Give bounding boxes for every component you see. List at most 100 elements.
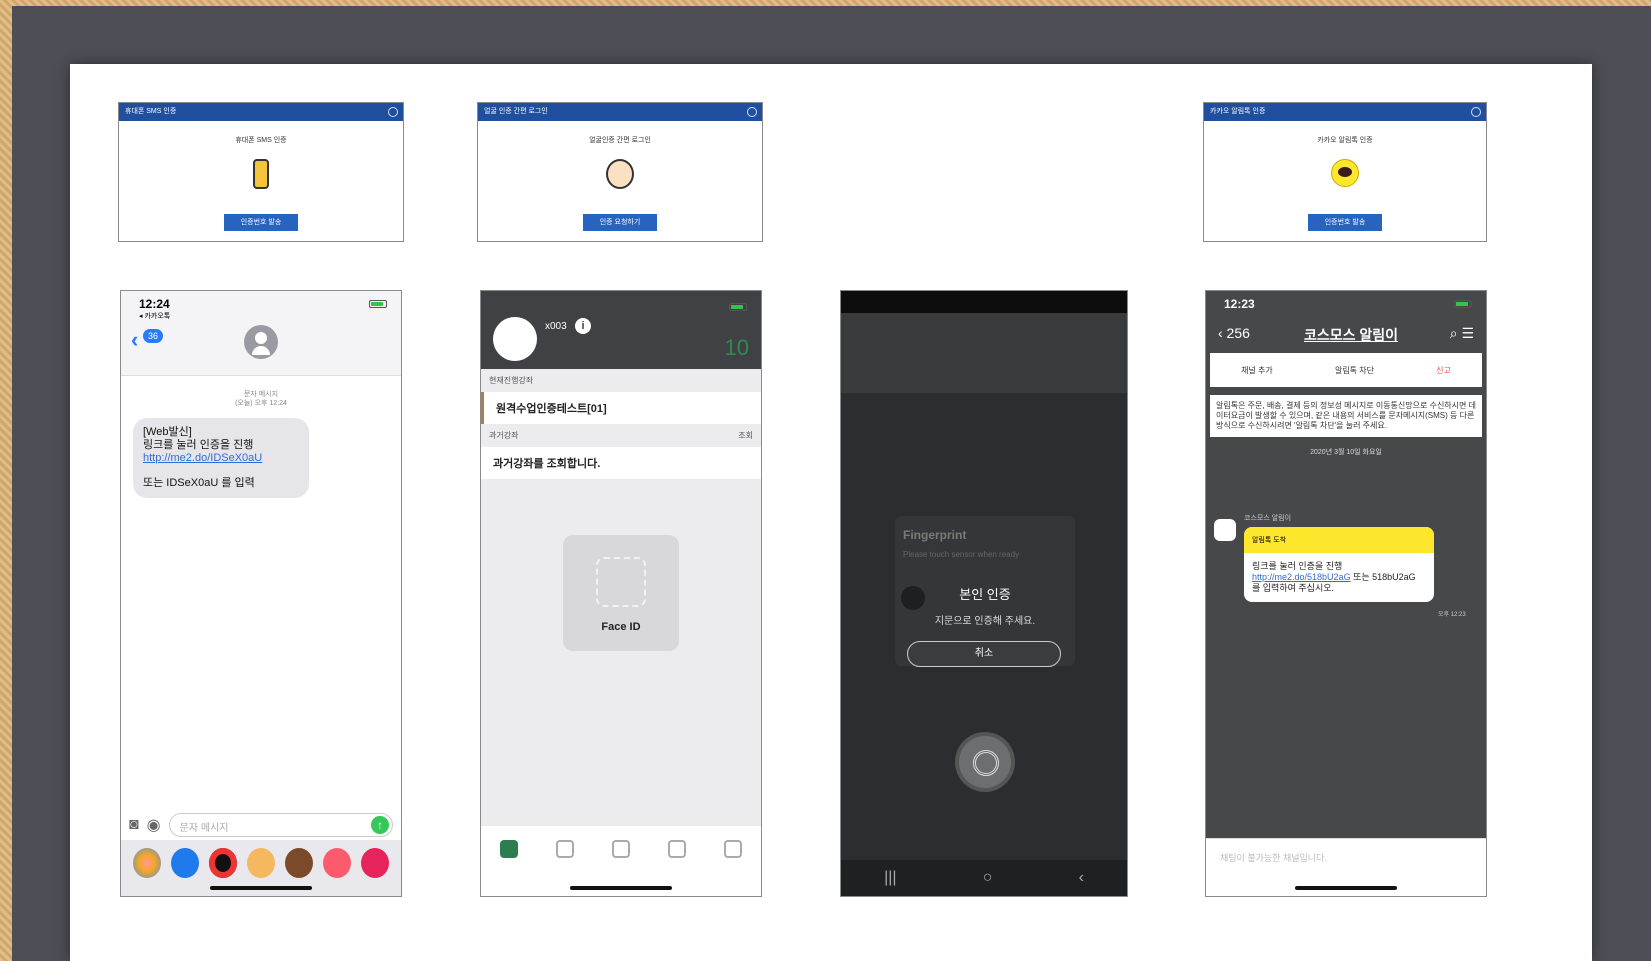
camera-icon[interactable]: ◙ [129, 816, 139, 834]
battery-icon [1454, 300, 1472, 308]
sms-auth-card: 휴대폰 SMS 인증 휴대폰 SMS 인증 인증번호 발송 [118, 102, 404, 242]
settings-icon[interactable] [747, 107, 757, 117]
activity-app-icon[interactable] [209, 848, 237, 878]
message-meta: 문자 메시지 (오늘) 오후 12:24 [121, 390, 401, 408]
alert-notice: 알림톡은 주문, 배송, 결제 등의 정보성 메시지로 이동통신망으로 수신하시… [1210, 395, 1482, 437]
home-indicator [570, 886, 672, 890]
phone-icon [241, 155, 281, 195]
alerts-tab-icon[interactable] [612, 840, 630, 858]
clock: 12:23 [1224, 297, 1255, 311]
channel-toolbar: 채널 추가 알림톡 차단 신고 [1210, 353, 1482, 387]
music-app-icon[interactable] [323, 848, 351, 878]
add-channel-button[interactable]: 채널 추가 [1241, 365, 1273, 376]
kakao-auth-card: 카카오 알림톡 인증 카카오 알림톡 인증 인증번호 발송 [1203, 102, 1487, 242]
faceid-icon [596, 557, 646, 607]
auth-title: 본인 인증 [959, 587, 1011, 602]
battery-icon [369, 300, 387, 308]
channel-profile-icon[interactable] [1214, 519, 1236, 541]
courses-tab-icon[interactable] [556, 840, 574, 858]
dialog-title: Fingerprint [903, 528, 967, 542]
sms-bubble: [Web발신] 링크를 눌러 인증을 진행 http://me2.do/IDSe… [133, 418, 309, 498]
status-bar [841, 291, 1127, 313]
app-store-icon[interactable]: ◉ [147, 815, 161, 835]
bubble-text: 링크를 눌러 인증을 진행 [1252, 561, 1343, 571]
card-header-title: 휴대폰 SMS 인증 [125, 108, 177, 115]
contact-avatar-icon[interactable] [244, 325, 278, 359]
sender-name: 코스모스 알림이 [1244, 515, 1292, 522]
send-icon[interactable]: ↑ [371, 816, 389, 834]
animoji-app-icon[interactable] [285, 848, 313, 878]
send-code-button[interactable]: 인증번호 발송 [1308, 214, 1382, 231]
recent-apps-button[interactable]: ||| [884, 869, 896, 887]
card-header-title: 카카오 알림톡 인증 [1210, 108, 1266, 115]
past-courses-item[interactable]: 과거강좌를 조회합니다. [481, 447, 761, 479]
auth-link[interactable]: http://me2.do/518bU2aG [1252, 572, 1351, 582]
clock: 12:24 [139, 297, 170, 311]
count-value: 10 [724, 335, 749, 360]
send-code-button[interactable]: 인증번호 발송 [224, 214, 298, 231]
settings-icon[interactable] [1471, 107, 1481, 117]
lookup-link[interactable]: 조회 [738, 430, 753, 441]
heart-app-icon[interactable] [361, 848, 389, 878]
dimmed-header [841, 313, 1127, 393]
dialog-hint: Please touch sensor when ready [903, 550, 1020, 559]
user-avatar[interactable] [493, 317, 537, 361]
home-tab-icon[interactable] [500, 840, 518, 858]
kakaotalk-phone: 12:23 ‹ 256 코스모스 알림이 ⌕ ☰ 채널 추가 알림톡 차단 신고… [1205, 290, 1487, 897]
sms-line: 링크를 눌러 인증을 진행 [143, 439, 254, 451]
battery-icon [729, 303, 747, 311]
request-auth-button[interactable]: 인증 요청하기 [583, 214, 657, 231]
auth-link[interactable]: http://me2.do/IDSeX0aU [143, 452, 262, 464]
backdrop: 휴대폰 SMS 인증 휴대폰 SMS 인증 인증번호 발송 얼굴 인증 간편 로… [12, 6, 1651, 961]
date-separator: 2020년 3월 10일 화요일 [1310, 449, 1382, 456]
calendar-tab-icon[interactable] [668, 840, 686, 858]
course-item[interactable]: 원격수업인증테스트[01] [481, 392, 761, 424]
fingerprint-icon[interactable] [959, 736, 1011, 788]
message-type: 문자 메시지 [243, 391, 279, 398]
app-store-app-icon[interactable] [171, 848, 199, 878]
message-timestamp: (오늘) 오후 12:24 [235, 400, 287, 407]
signal-icon [1454, 300, 1472, 308]
card-title: 얼굴인증 간편 로그인 [589, 137, 651, 144]
settings-icon[interactable] [388, 107, 398, 117]
report-button[interactable]: 신고 [1436, 365, 1451, 376]
message-input[interactable]: 문자 메시지 ↑ [168, 813, 393, 837]
card-title: 카카오 알림톡 인증 [1317, 137, 1373, 144]
home-indicator [210, 886, 312, 890]
back-button[interactable]: ‹ 256 [1218, 325, 1250, 341]
photos-app-icon[interactable] [133, 848, 161, 878]
search-and-menu-icon[interactable]: ⌕ ☰ [1450, 325, 1474, 342]
document-sheet: 휴대폰 SMS 인증 휴대폰 SMS 인증 인증번호 발송 얼굴 인증 간편 로… [70, 64, 1592, 961]
past-courses-label: 과거강좌 [489, 431, 519, 440]
section-current-courses: 현재진행강좌 [489, 376, 534, 385]
faceid-label: Face ID [601, 621, 641, 633]
message-placeholder: 문자 메시지 [179, 823, 229, 834]
sms-line: 또는 IDSeX0aU 를 입력 [143, 477, 255, 489]
kakao-talk-icon [1325, 155, 1365, 195]
faceid-phone: x003 i 10 현재진행강좌 원격수업인증테스트[01] 과거강좌 조회 과거… [480, 290, 762, 897]
carrier-label: ◂ 카카오톡 [139, 313, 171, 320]
cancel-button[interactable]: 취소 [907, 641, 1061, 667]
profile-header: x003 i 10 [481, 291, 761, 369]
fingerprint-phone: Fingerprint Please touch sensor when rea… [840, 290, 1128, 897]
section-past-courses: 과거강좌 조회 [481, 424, 761, 447]
user-name: x003 [545, 321, 567, 332]
home-button[interactable]: ○ [983, 869, 993, 887]
card-header: 휴대폰 SMS 인증 [119, 103, 403, 121]
sms-line: [Web발신] [143, 426, 192, 438]
chat-placeholder: 채팅이 불가능한 채널입니다. [1220, 853, 1327, 863]
memoji-app-icon[interactable] [247, 848, 275, 878]
message-time: 오후 12:23 [1438, 612, 1466, 618]
message-header: 12:24 ◂ 카카오톡 ‹ 36 [121, 291, 401, 376]
info-icon[interactable]: i [575, 318, 591, 334]
menu-tab-icon[interactable] [724, 840, 742, 858]
bubble-body: 링크를 눌러 인증을 진행 http://me2.do/518bU2aG 또는 … [1244, 553, 1434, 602]
android-nav-bar: ||| ○ ‹ [841, 860, 1127, 896]
status-bar: 12:23 [1206, 291, 1486, 317]
back-button[interactable]: ‹ [1079, 869, 1084, 887]
compose-row: ◙ ◉ 문자 메시지 ↑ [129, 812, 393, 838]
block-alerts-button[interactable]: 알림톡 차단 [1335, 365, 1374, 376]
status-bar: 12:24 ◂ 카카오톡 [121, 291, 401, 320]
back-chevron-icon[interactable]: ‹ [131, 327, 138, 353]
card-header: 얼굴 인증 간편 로그인 [478, 103, 762, 121]
